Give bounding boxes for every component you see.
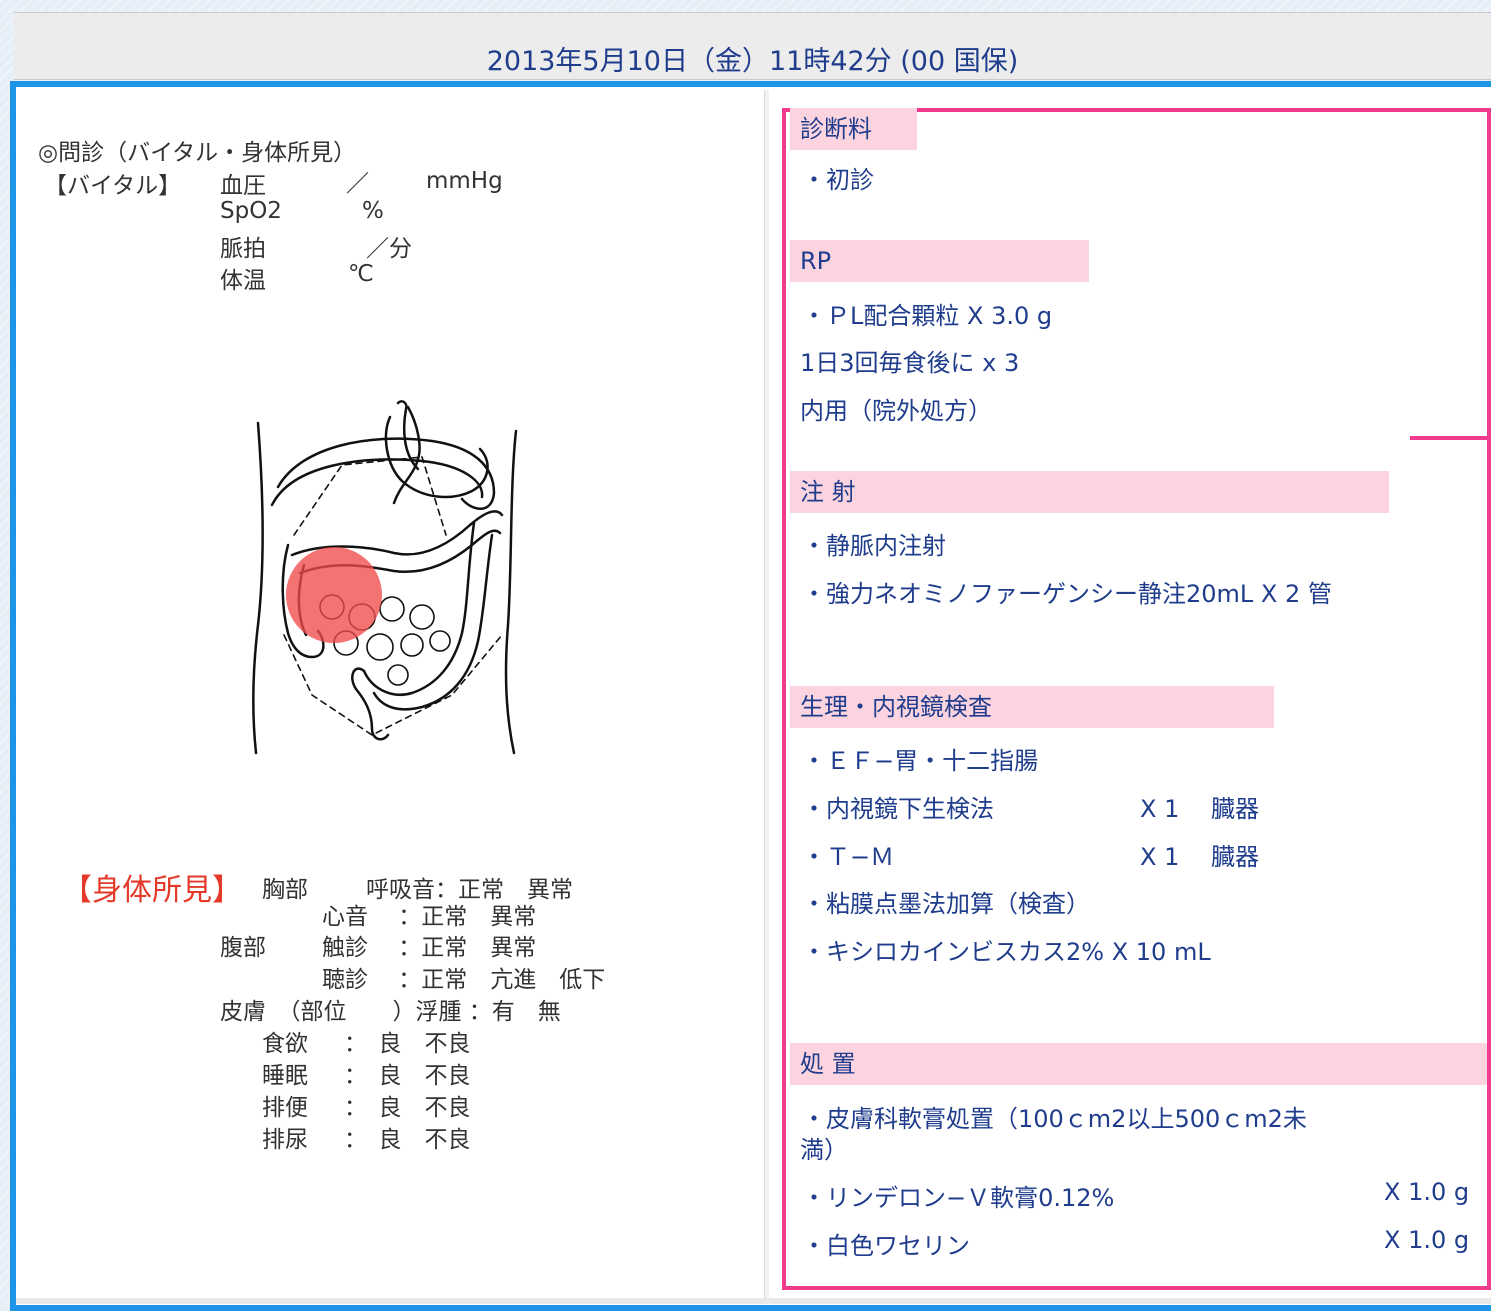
bowel-option[interactable]: ： 良 不良 xyxy=(344,1088,471,1122)
vital-temp-unit: ℃ xyxy=(348,261,374,287)
order-quantity: X 1 臓器 xyxy=(1140,843,1259,871)
order-row[interactable]: ・内視鏡下生検法 xyxy=(802,789,994,824)
vital-spo2-label: SpO2 xyxy=(220,198,282,224)
appetite-label: 食欲 xyxy=(262,1031,308,1057)
urination-option[interactable]: ： 良 不良 xyxy=(344,1120,471,1154)
urination-label: 排尿 xyxy=(262,1127,308,1153)
section-header-rp: RP xyxy=(790,240,1089,282)
heart-sound-option[interactable]: 心音 ：正常 異常 xyxy=(322,897,536,931)
section-header-injection: 注 射 xyxy=(790,471,1389,513)
order-row[interactable]: ・Ｔ−Ｍ xyxy=(802,837,894,872)
order-row-continued: 満） xyxy=(800,1136,848,1164)
lesion-marker xyxy=(286,547,382,643)
order-row[interactable]: ・ＰL配合顆粒 X 3.0 g xyxy=(802,296,1052,331)
vital-bp-label: 血圧 xyxy=(220,173,266,199)
palpation-option[interactable]: 触診 ：正常 異常 xyxy=(322,928,536,962)
bowel-label: 排便 xyxy=(262,1095,308,1121)
section-header-diagnosis-fee: 診断料 xyxy=(790,108,917,150)
vital-label: 【バイタル】 xyxy=(44,173,182,199)
auscultation-option[interactable]: 聴診 ：正常 亢進 低下 xyxy=(322,960,605,994)
vital-spo2-unit: % xyxy=(362,198,384,224)
skin-option[interactable]: 皮膚 （部位 ）浮腫 ：有 無 xyxy=(220,992,561,1026)
order-row[interactable]: 1日3回毎食後に x 3 xyxy=(800,343,1019,378)
physical-findings-title: 【身体所見】 xyxy=(62,873,242,908)
order-quantity: X 1.0 g xyxy=(1384,1226,1470,1254)
chest-label: 胸部 xyxy=(262,877,308,903)
vital-temp-label: 体温 xyxy=(220,268,266,294)
order-row[interactable]: ・初診 xyxy=(802,160,874,195)
vital-bp-separator: ／ xyxy=(346,171,369,197)
sleep-option[interactable]: ： 良 不良 xyxy=(344,1056,471,1090)
appetite-option[interactable]: ： 良 不良 xyxy=(344,1024,471,1058)
vital-pulse-label: 脈拍 xyxy=(220,236,266,262)
order-quantity: X 1.0 g xyxy=(1384,1178,1470,1206)
order-row[interactable]: ・粘膜点墨法加算（検査） xyxy=(802,884,1090,919)
order-row[interactable]: ・キシロカインビスカス2% X 10 mL xyxy=(802,932,1211,967)
order-row[interactable]: 内用（院外処方） xyxy=(800,391,992,426)
order-row[interactable]: ・ＥＦ−胃・十二指腸 xyxy=(802,741,1038,776)
order-row[interactable]: ・白色ワセリン xyxy=(802,1226,970,1261)
record-bottom-border xyxy=(16,1298,1491,1304)
order-row[interactable]: ・皮膚科軟膏処置（100ｃm2以上500ｃm2未 xyxy=(802,1099,1307,1134)
order-connector-line xyxy=(1410,436,1491,440)
order-row[interactable]: ・リンデロン−Ｖ軟膏0.12% xyxy=(802,1178,1114,1213)
order-row[interactable]: ・強力ネオミノファーゲンシー静注20mL X 2 管 xyxy=(802,574,1332,609)
order-row[interactable]: ・静脈内注射 xyxy=(802,526,946,561)
sleep-label: 睡眠 xyxy=(262,1063,308,1089)
vital-bp-unit: mmHg xyxy=(426,168,503,194)
record-header: 2013年5月10日（金）11時42分 (00 国保) xyxy=(14,12,1491,80)
inquiry-title: ◎問診（バイタル・身体所見） xyxy=(38,140,357,166)
record-date-title: 2013年5月10日（金）11時42分 (00 国保) xyxy=(486,46,1019,77)
panel-divider xyxy=(764,90,769,1304)
vital-pulse-unit: ／分 xyxy=(366,236,412,262)
section-header-endoscopy: 生理・内視鏡検査 xyxy=(790,686,1274,728)
abdomen-label: 腹部 xyxy=(220,935,266,961)
abdomen-organs-diagram[interactable] xyxy=(222,395,532,760)
section-header-procedure: 処 置 xyxy=(790,1043,1487,1085)
order-quantity: X 1 臓器 xyxy=(1140,795,1259,823)
